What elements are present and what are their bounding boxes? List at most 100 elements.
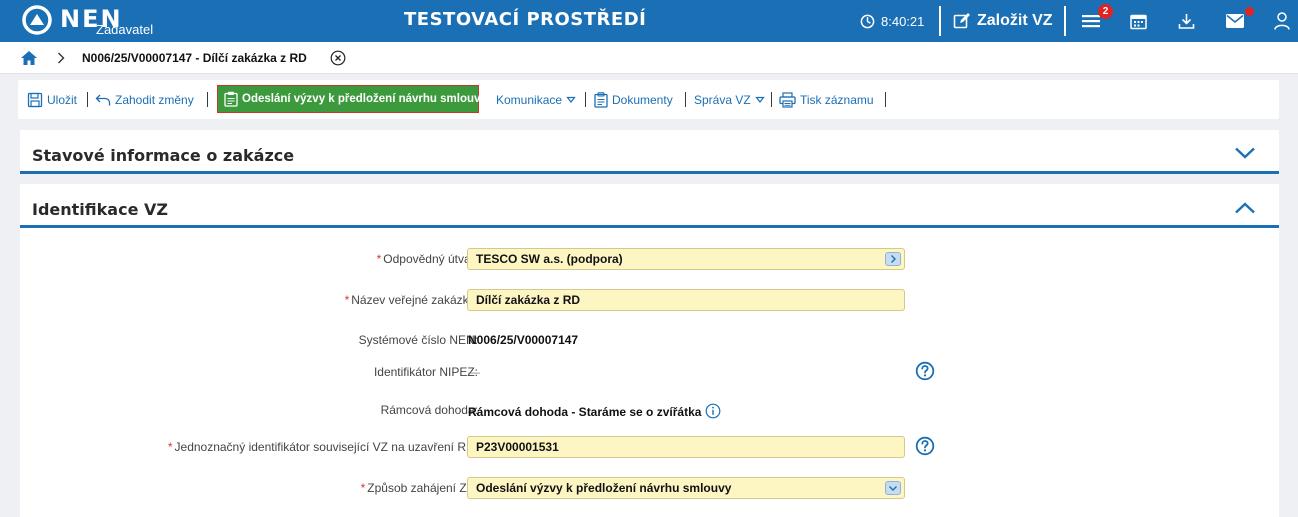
info-icon[interactable]	[705, 403, 721, 419]
communication-menu[interactable]: Komunikace	[496, 80, 580, 119]
breadcrumb: N006/25/V00007147 - Dílčí zakázka z RD	[0, 42, 1298, 74]
discard-changes-button[interactable]: Zahodit změny	[95, 80, 194, 119]
discard-changes-label: Zahodit změny	[115, 92, 194, 107]
close-icon[interactable]	[330, 50, 346, 66]
nen-logo-icon	[22, 5, 52, 35]
framework-agreement-row: Rámcová dohoda: Rámcová dohoda - Staráme…	[20, 399, 1279, 423]
required-marker: *	[167, 440, 173, 454]
hamburger-menu-icon	[1082, 15, 1100, 28]
chevron-down-icon[interactable]	[1234, 146, 1256, 160]
user-icon	[1274, 12, 1290, 30]
documents-label: Dokumenty	[612, 92, 673, 107]
clipboard-icon	[224, 91, 238, 107]
dropdown-toggle[interactable]	[885, 481, 901, 495]
session-clock: 8:40:21	[860, 0, 924, 42]
create-contract-label: Založit VZ	[977, 12, 1053, 29]
responsible-unit-value: TESCO SW a.s. (podpora)	[476, 252, 623, 266]
download-icon	[1178, 13, 1195, 29]
print-record-label: Tisk záznamu	[800, 92, 874, 107]
send-contract-proposal-label: Odeslání výzvy k předložení návrhu smlou…	[242, 93, 487, 105]
framework-agreement-value: Rámcová dohoda - Staráme se o zvířátka	[468, 403, 721, 419]
environment-title: TESTOVACÍ PROSTŘEDÍ	[404, 9, 647, 30]
download-button[interactable]	[1178, 0, 1195, 42]
status-info-panel: Stavové informace o zakázce	[20, 130, 1279, 174]
system-number-value: N006/25/V00007147	[468, 333, 579, 347]
header-divider	[939, 6, 941, 36]
toolbar-divider	[685, 92, 686, 107]
top-bar: NEN Zadavatel TESTOVACÍ PROSTŘEDÍ 8:40:2…	[0, 0, 1298, 42]
responsible-unit-row: * Odpovědný útvar: TESCO SW a.s. (podpora…	[20, 248, 1279, 272]
nipez-id-value: —	[468, 365, 480, 379]
save-label: Uložit	[47, 92, 78, 107]
toolbar-divider	[87, 92, 88, 107]
save-button[interactable]: Uložit	[27, 80, 77, 119]
print-record-button[interactable]: Tisk záznamu	[779, 80, 874, 119]
chevron-down-icon	[889, 486, 897, 491]
help-icon[interactable]	[915, 436, 935, 456]
save-icon	[27, 92, 43, 107]
menu-button[interactable]	[1082, 0, 1100, 42]
help-icon[interactable]	[915, 361, 935, 381]
manage-contract-menu[interactable]: Správa VZ	[694, 80, 769, 119]
logo-subtitle: Zadavatel	[96, 22, 154, 37]
documents-icon	[594, 91, 608, 108]
unique-identifier-label: * Jednoznačný identifikátor související V…	[167, 440, 478, 454]
breadcrumb-current: N006/25/V00007147 - Dílčí zakázka z RD	[82, 51, 307, 65]
toolbar-divider	[585, 92, 586, 107]
start-method-select[interactable]: Odeslání výzvy k předložení návrhu smlou…	[467, 477, 905, 499]
responsible-unit-label: * Odpovědný útvar:	[376, 252, 478, 266]
calendar-button[interactable]	[1130, 0, 1147, 42]
notification-badge: 2	[1098, 4, 1113, 19]
responsible-unit-field[interactable]: TESCO SW a.s. (podpora)	[467, 248, 905, 270]
create-contract-button[interactable]: Založit VZ	[953, 0, 1053, 42]
status-info-header[interactable]: Stavové informace o zakázce	[20, 130, 1279, 174]
contract-name-label: * Název veřejné zakázky:	[344, 293, 478, 307]
chevron-right-icon	[891, 255, 896, 263]
edit-icon	[953, 13, 970, 29]
status-info-title: Stavové informace o zakázce	[32, 146, 295, 165]
contract-name-input[interactable]: Dílčí zakázka z RD	[467, 289, 905, 311]
caret-down-icon	[566, 96, 576, 103]
required-marker: *	[376, 252, 382, 266]
mail-unread-dot	[1245, 7, 1254, 16]
system-number-row: Systémové číslo NEN: N006/25/V00007147	[20, 329, 1279, 353]
home-icon[interactable]	[20, 50, 38, 66]
printer-icon	[779, 91, 796, 108]
unique-identifier-input[interactable]: P23V00001531	[467, 436, 905, 458]
messages-button[interactable]	[1226, 0, 1244, 42]
contract-name-row: * Název veřejné zakázky: Dílčí zakázka z …	[20, 289, 1279, 313]
undo-icon	[95, 94, 111, 105]
action-toolbar: Uložit Zahodit změny Odeslání výzvy k př…	[18, 80, 1279, 119]
clock-icon	[860, 14, 875, 28]
contract-name-value: Dílčí zakázka z RD	[476, 293, 581, 307]
system-number-label: Systémové číslo NEN:	[358, 333, 478, 347]
required-marker: *	[360, 481, 366, 495]
toolbar-divider	[771, 92, 772, 107]
nipez-id-label: Identifikátor NIPEZ:	[373, 365, 478, 379]
unique-identifier-row: * Jednoznačný identifikátor související V…	[20, 436, 1279, 460]
send-contract-proposal-button[interactable]: Odeslání výzvy k předložení návrhu smlou…	[217, 85, 487, 113]
header-divider	[1064, 6, 1066, 36]
toolbar-divider	[885, 92, 886, 107]
identification-title: Identifikace VZ	[32, 200, 168, 219]
unique-identifier-value: P23V00001531	[476, 440, 559, 454]
communication-label: Komunikace	[496, 92, 563, 107]
nipez-id-row: Identifikátor NIPEZ: —	[20, 361, 1279, 385]
open-selector-button[interactable]	[885, 252, 901, 266]
mail-icon	[1226, 14, 1244, 28]
start-method-value: Odeslání výzvy k předložení návrhu smlou…	[476, 481, 732, 495]
start-method-row: * Způsob zahájení ZP: Odeslání výzvy k př…	[20, 477, 1279, 501]
clock-value: 8:40:21	[881, 13, 925, 29]
identification-header[interactable]: Identifikace VZ	[20, 184, 1279, 228]
required-marker: *	[344, 293, 350, 307]
caret-down-icon	[754, 96, 765, 103]
chevron-up-icon[interactable]	[1234, 201, 1256, 215]
calendar-icon	[1130, 14, 1147, 29]
start-method-label: * Způsob zahájení ZP:	[360, 481, 478, 495]
chevron-right-icon	[58, 52, 65, 64]
manage-contract-label: Správa VZ	[694, 92, 751, 107]
toolbar-divider	[207, 92, 208, 107]
user-profile-button[interactable]	[1274, 0, 1290, 42]
framework-agreement-label: Rámcová dohoda:	[380, 403, 478, 417]
documents-button[interactable]: Dokumenty	[594, 80, 673, 119]
